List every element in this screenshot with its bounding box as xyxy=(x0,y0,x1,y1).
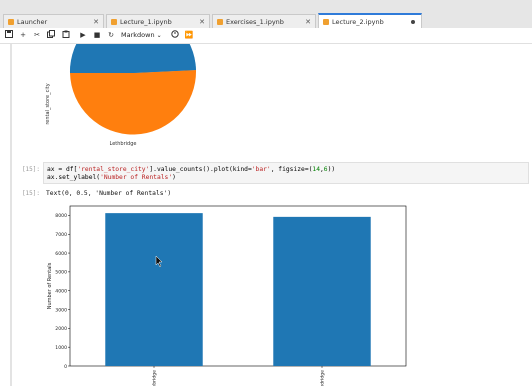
bar-chart-output: 0 1000 2000 3000 4000 5000 6000 7000 8000 Lethbr… xyxy=(47,205,407,386)
x-tick-label: Woodridge xyxy=(320,370,326,386)
bar-lethbridge xyxy=(105,213,203,366)
tab-bar: Launcher ✕ Lecture_1.ipynb ✕ Exercises_1… xyxy=(0,0,532,29)
notebook-area[interactable]: rental_store_city Lethbridge [15]: ax = … xyxy=(0,44,532,386)
close-icon[interactable]: ✕ xyxy=(198,18,206,26)
bar-woodridge xyxy=(273,216,371,366)
notebook-toolbar: + ✂ ▶ ■ ↻ Markdown ⌄ ⏩ xyxy=(0,28,532,44)
save-icon[interactable] xyxy=(4,30,14,41)
y-tick-label: 8000 xyxy=(55,213,67,219)
y-axis: 0 1000 2000 3000 4000 5000 6000 7000 8000 xyxy=(55,213,70,370)
chevron-down-icon: ⌄ xyxy=(156,32,162,39)
x-tick-label: Lethbridge xyxy=(152,370,158,386)
tab-launcher[interactable]: Launcher ✕ xyxy=(3,14,104,28)
tab-exercises-1[interactable]: Exercises_1.ipynb ✕ xyxy=(212,14,316,28)
kernel-status-icon[interactable] xyxy=(170,30,180,41)
tab-lecture-2[interactable]: Lecture_2.ipynb xyxy=(318,13,422,28)
fast-forward-icon[interactable]: ⏩ xyxy=(184,30,194,41)
tab-label: Lecture_1.ipynb xyxy=(120,17,172,26)
y-tick-label: 4000 xyxy=(55,289,67,295)
launcher-icon xyxy=(8,18,14,25)
tab-label: Lecture_2.ipynb xyxy=(332,17,384,26)
notebook-icon xyxy=(217,18,223,25)
run-icon[interactable]: ▶ xyxy=(78,30,88,41)
y-tick-label: 5000 xyxy=(55,270,67,276)
cut-icon[interactable]: ✂ xyxy=(32,30,42,41)
y-tick-label: 6000 xyxy=(55,251,67,257)
stop-icon[interactable]: ■ xyxy=(92,30,102,41)
paste-icon[interactable] xyxy=(61,30,71,41)
tab-lecture-1[interactable]: Lecture_1.ipynb ✕ xyxy=(106,14,210,28)
tab-label: Exercises_1.ipynb xyxy=(226,17,284,26)
notebook-icon xyxy=(111,18,117,25)
close-icon[interactable]: ✕ xyxy=(92,18,100,26)
y-tick-label: 7000 xyxy=(55,232,67,238)
notebook-icon xyxy=(323,18,329,25)
add-cell-icon[interactable]: + xyxy=(18,30,28,41)
close-icon[interactable]: ✕ xyxy=(304,18,312,26)
x-axis: Lethbridge Woodridge xyxy=(152,366,326,386)
y-tick-label: 0 xyxy=(64,364,67,370)
y-tick-label: 3000 xyxy=(55,307,67,313)
unsaved-indicator-icon[interactable] xyxy=(411,19,415,24)
copy-icon[interactable] xyxy=(46,30,56,41)
y-tick-label: 2000 xyxy=(55,326,67,332)
bars xyxy=(105,213,371,366)
cell-type-select[interactable]: Markdown ⌄ xyxy=(121,30,162,41)
tab-label: Launcher xyxy=(17,17,48,26)
restart-icon[interactable]: ↻ xyxy=(106,30,116,41)
cell-type-value: Markdown xyxy=(121,31,155,39)
y-axis-label: Number of Rentals xyxy=(47,262,53,309)
y-tick-label: 1000 xyxy=(55,345,67,351)
